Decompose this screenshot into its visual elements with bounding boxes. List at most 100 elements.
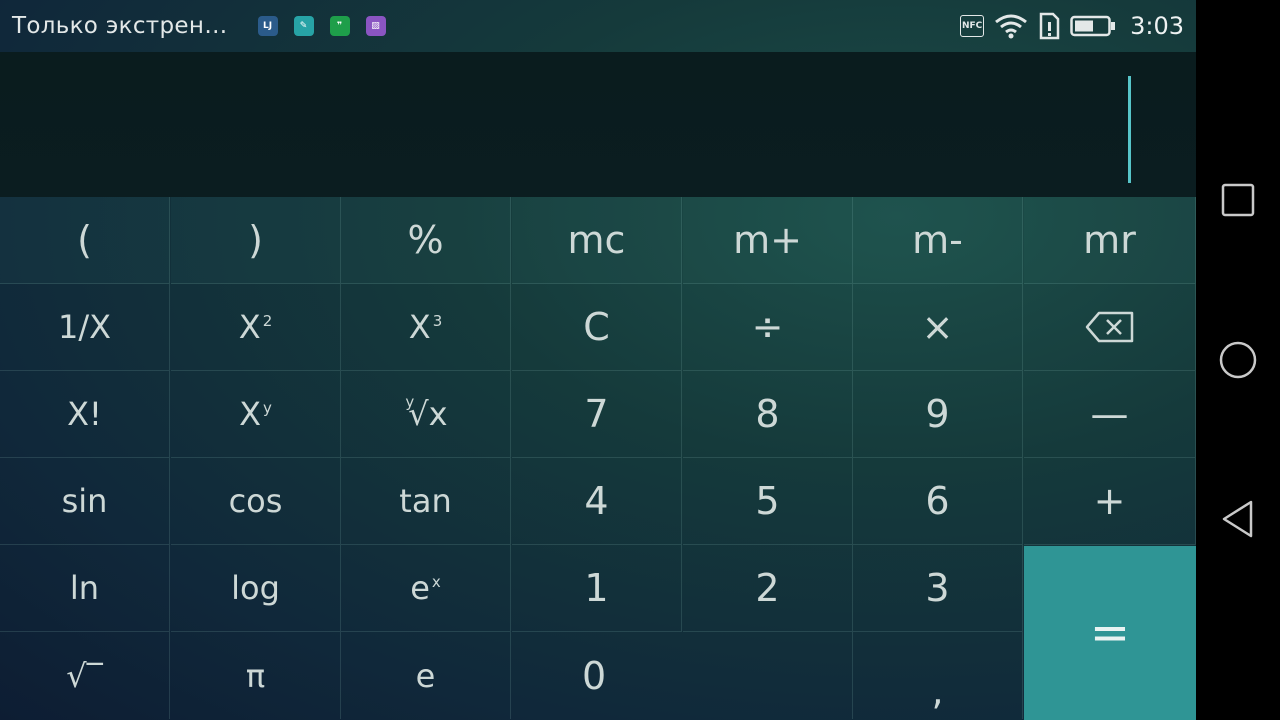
backspace-icon — [1085, 311, 1133, 343]
key-multiply[interactable]: × — [853, 284, 1023, 371]
key-label: tan — [399, 482, 452, 520]
key-clear[interactable]: C — [512, 284, 682, 371]
key-9[interactable]: 9 — [853, 371, 1023, 458]
key-label: ( — [77, 218, 92, 262]
key-8[interactable]: 8 — [683, 371, 853, 458]
key-label: mr — [1083, 218, 1136, 262]
text-cursor — [1128, 76, 1131, 183]
key-memory-recall[interactable]: mr — [1024, 197, 1196, 284]
key-divide[interactable]: ÷ — [683, 284, 853, 371]
key-decimal[interactable]: , — [853, 632, 1023, 719]
navigation-bar — [1196, 0, 1280, 720]
key-6[interactable]: 6 — [853, 458, 1023, 545]
key-1[interactable]: 1 — [512, 545, 682, 632]
notification-text[interactable]: Только экстрен… — [12, 13, 228, 39]
key-3[interactable]: 3 — [853, 545, 1023, 632]
app-icon-gallery: ▨ — [365, 16, 386, 36]
key-nth-root[interactable]: y √x — [341, 371, 511, 458]
key-cube[interactable]: X3 — [341, 284, 511, 371]
key-label: 8 — [755, 392, 780, 436]
key-label: 4 — [584, 479, 609, 523]
key-reciprocal[interactable]: 1/X — [0, 284, 170, 371]
key-label: 2 — [755, 566, 780, 610]
key-square[interactable]: X2 — [171, 284, 341, 371]
key-log[interactable]: log — [171, 545, 341, 632]
app-icon-notes: ✎ — [293, 16, 314, 36]
key-label: ÷ — [751, 305, 784, 349]
key-label: 9 — [925, 392, 950, 436]
key-label: 6 — [925, 479, 950, 523]
key-label: ) — [248, 218, 263, 262]
nfc-icon: NFC — [960, 15, 985, 37]
key-open-paren[interactable]: ( — [0, 197, 170, 284]
key-memory-clear[interactable]: mc — [512, 197, 682, 284]
key-memory-subtract[interactable]: m- — [853, 197, 1023, 284]
key-label: ln — [69, 569, 100, 607]
key-label: m+ — [733, 218, 802, 262]
key-percent[interactable]: % — [341, 197, 511, 284]
key-pi[interactable]: π — [171, 632, 341, 719]
clock: 3:03 — [1130, 12, 1184, 40]
home-button[interactable] — [1216, 338, 1260, 382]
key-equals[interactable]: = — [1024, 546, 1196, 720]
key-0[interactable]: 0 — [512, 632, 853, 719]
key-2[interactable]: 2 — [683, 545, 853, 632]
status-right: NFC 3:03 — [960, 12, 1196, 40]
key-factorial[interactable]: X! — [0, 371, 170, 458]
key-square-root[interactable]: √‾ — [0, 632, 170, 719]
key-label: √‾ — [66, 656, 103, 695]
key-label: X — [408, 308, 431, 346]
key-label: C — [583, 305, 610, 349]
key-4[interactable]: 4 — [512, 458, 682, 545]
recents-button[interactable] — [1216, 178, 1260, 222]
key-label: 7 — [584, 392, 609, 436]
wifi-icon — [995, 14, 1028, 39]
key-label: X — [239, 395, 262, 433]
key-label: 0 — [582, 653, 607, 698]
key-label: = — [1089, 605, 1131, 661]
key-label: — — [1090, 392, 1129, 436]
key-subtract[interactable]: — — [1024, 371, 1196, 458]
key-label: m- — [912, 218, 963, 262]
key-sin[interactable]: sin — [0, 458, 170, 545]
key-add[interactable]: + — [1024, 458, 1196, 545]
key-ln[interactable]: ln — [0, 545, 170, 632]
recents-icon — [1221, 183, 1255, 217]
key-label: e — [410, 569, 430, 607]
key-label: , — [931, 669, 944, 713]
key-tan[interactable]: tan — [341, 458, 511, 545]
key-label: % — [407, 218, 444, 262]
key-superscript: y — [263, 399, 272, 417]
back-icon — [1222, 500, 1253, 538]
key-exp[interactable]: ex — [341, 545, 511, 632]
key-superscript: 3 — [432, 312, 443, 330]
key-label: X — [238, 308, 261, 346]
key-label: e — [415, 656, 436, 695]
key-superscript: y — [405, 393, 415, 411]
key-label: 5 — [755, 479, 780, 523]
calculator-display[interactable] — [0, 52, 1196, 197]
key-label: + — [1093, 479, 1126, 523]
key-memory-add[interactable]: m+ — [683, 197, 853, 284]
key-label: 3 — [925, 566, 950, 610]
key-backspace[interactable] — [1024, 284, 1196, 371]
key-label: π — [245, 656, 266, 695]
key-superscript: x — [431, 573, 441, 591]
key-label: mc — [567, 218, 626, 262]
key-euler[interactable]: e — [341, 632, 511, 719]
key-label: log — [231, 569, 280, 607]
key-cos[interactable]: cos — [171, 458, 341, 545]
key-power[interactable]: Xy — [171, 371, 341, 458]
key-label: X! — [67, 395, 102, 433]
key-label: 1 — [584, 566, 609, 610]
key-5[interactable]: 5 — [683, 458, 853, 545]
key-close-paren[interactable]: ) — [171, 197, 341, 284]
key-label: × — [921, 305, 954, 349]
key-7[interactable]: 7 — [512, 371, 682, 458]
key-label: sin — [61, 482, 108, 520]
key-superscript: 2 — [262, 312, 273, 330]
calculator-screen: Только экстрен… LJ ✎ ❞ ▨ NFC 3:03 () % … — [0, 0, 1196, 720]
key-label: 1/X — [57, 308, 112, 346]
back-button[interactable] — [1216, 497, 1260, 541]
key-label: cos — [228, 482, 283, 520]
